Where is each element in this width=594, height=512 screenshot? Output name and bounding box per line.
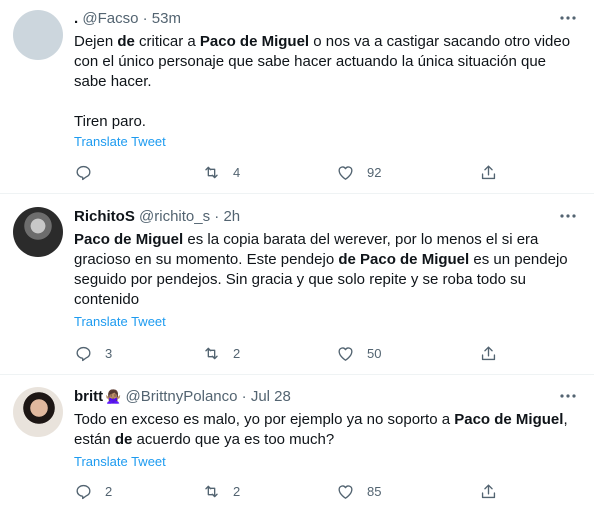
retweet-button[interactable]: 4 bbox=[202, 163, 240, 182]
avatar[interactable] bbox=[13, 387, 63, 437]
handle[interactable]: @BrittnyPolanco bbox=[126, 388, 238, 405]
handle[interactable]: @Facso bbox=[82, 10, 138, 27]
reply-icon bbox=[76, 165, 91, 181]
reply-button[interactable] bbox=[74, 163, 105, 182]
tweet-text: Paco de Miguel es la copia barata del we… bbox=[74, 231, 568, 308]
avatar[interactable] bbox=[13, 207, 63, 257]
share-button[interactable] bbox=[479, 482, 498, 501]
more-icon[interactable] bbox=[558, 208, 578, 224]
timestamp[interactable]: Jul 28 bbox=[251, 388, 291, 405]
tweet-1[interactable]: . @Facso · 53m Dejen de criticar a Paco … bbox=[0, 0, 594, 194]
reply-button[interactable]: 2 bbox=[74, 482, 112, 501]
display-name[interactable]: . bbox=[74, 10, 78, 27]
like-icon bbox=[338, 347, 353, 361]
separator: · bbox=[142, 10, 148, 27]
timestamp[interactable]: 2h bbox=[223, 208, 240, 225]
retweet-icon bbox=[205, 485, 218, 498]
share-icon bbox=[481, 346, 496, 361]
retweet-icon bbox=[205, 347, 218, 360]
tweet-2[interactable]: RichitoS @richito_s · 2h Paco de Miguel … bbox=[0, 194, 594, 375]
timestamp[interactable]: 53m bbox=[152, 10, 181, 27]
display-name[interactable]: RichitoS bbox=[74, 208, 135, 225]
tweet-actions: 2 2 85 bbox=[74, 482, 514, 502]
tweet-actions: 3 2 50 bbox=[74, 344, 514, 364]
separator: · bbox=[241, 388, 247, 405]
retweet-button[interactable]: 2 bbox=[202, 482, 240, 501]
tweet-actions: 4 92 bbox=[74, 163, 514, 183]
person-gesturing-emoji-icon: 🙅🏽‍♀️ bbox=[105, 389, 122, 404]
like-icon bbox=[338, 485, 353, 499]
reply-button[interactable]: 3 bbox=[74, 344, 112, 363]
like-button[interactable]: 50 bbox=[336, 344, 381, 363]
share-icon bbox=[481, 165, 496, 180]
display-name[interactable]: britt bbox=[74, 388, 103, 405]
tweet-3[interactable]: britt 🙅🏽‍♀️ @BrittnyPolanco · Jul 28 Todo… bbox=[0, 375, 594, 512]
avatar[interactable] bbox=[13, 10, 63, 60]
like-button[interactable]: 85 bbox=[336, 482, 381, 501]
more-icon[interactable] bbox=[558, 388, 578, 404]
tweet-header: . @Facso · 53m bbox=[74, 10, 181, 28]
tweet-header: RichitoS @richito_s · 2h bbox=[74, 208, 240, 226]
more-icon[interactable] bbox=[558, 10, 578, 26]
share-button[interactable] bbox=[479, 344, 498, 363]
translate-tweet-link[interactable]: Translate Tweet bbox=[74, 134, 166, 149]
handle[interactable]: @richito_s bbox=[139, 208, 210, 225]
like-button[interactable]: 92 bbox=[336, 163, 381, 182]
retweet-icon bbox=[205, 166, 218, 179]
retweet-button[interactable]: 2 bbox=[202, 344, 240, 363]
tweet-header: britt 🙅🏽‍♀️ @BrittnyPolanco · Jul 28 bbox=[74, 388, 291, 406]
translate-tweet-link[interactable]: Translate Tweet bbox=[74, 454, 166, 469]
tweet-text: Dejen de criticar a Paco de Miguel o nos… bbox=[74, 33, 571, 130]
reply-icon bbox=[76, 346, 91, 362]
separator: · bbox=[214, 208, 220, 225]
share-icon bbox=[481, 484, 496, 499]
reply-icon bbox=[76, 484, 91, 500]
share-button[interactable] bbox=[479, 163, 498, 182]
tweet-text: Todo en exceso es malo, yo por ejemplo y… bbox=[74, 411, 568, 448]
like-icon bbox=[338, 166, 353, 180]
translate-tweet-link[interactable]: Translate Tweet bbox=[74, 314, 166, 329]
